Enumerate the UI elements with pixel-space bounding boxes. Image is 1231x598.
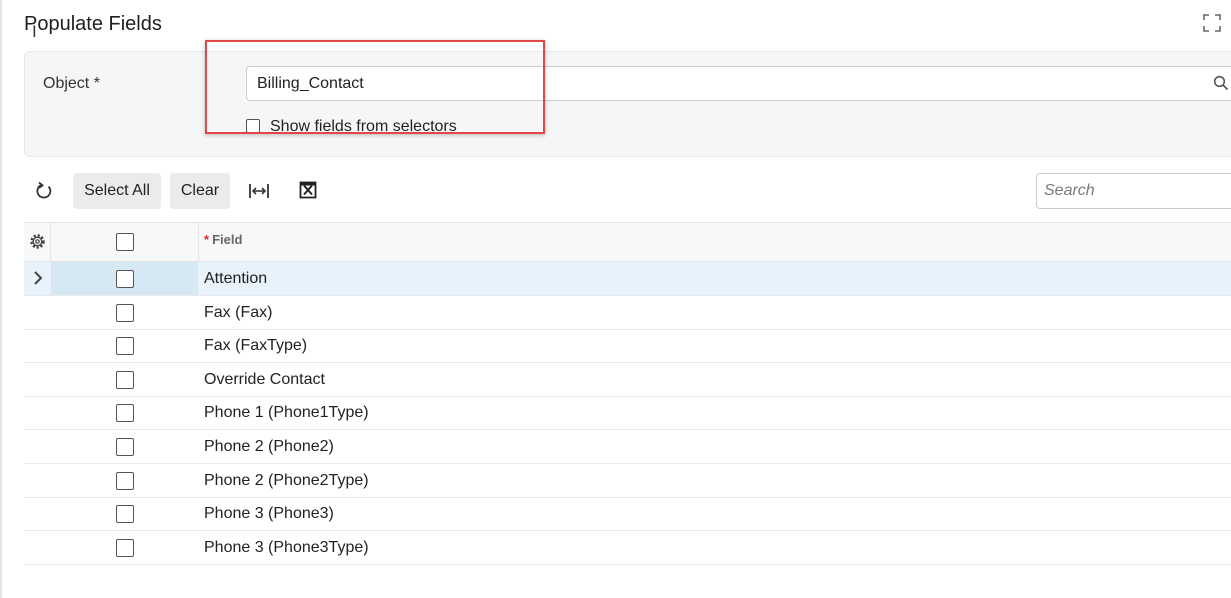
table-row[interactable]: Attention xyxy=(24,262,1231,296)
table-row[interactable]: Override Contact xyxy=(24,363,1231,397)
row-checkbox[interactable] xyxy=(116,538,134,557)
excel-icon[interactable] xyxy=(299,181,317,199)
gear-icon[interactable] xyxy=(29,233,46,250)
field-cell: Fax (FaxType) xyxy=(204,337,308,355)
clear-button[interactable]: Clear xyxy=(170,173,230,209)
table-row[interactable]: Phone 3 (Phone3Type) xyxy=(24,531,1231,565)
field-cell: Phone 2 (Phone2Type) xyxy=(204,471,369,489)
row-checkbox[interactable] xyxy=(116,337,134,356)
table-row[interactable]: Phone 1 (Phone1Type) xyxy=(24,396,1231,431)
field-cell: Fax (Fax) xyxy=(204,303,273,321)
grid-search-input[interactable] xyxy=(1044,180,1224,202)
field-cell: Phone 2 (Phone2) xyxy=(204,438,334,455)
row-checkbox[interactable] xyxy=(116,404,134,423)
table-row[interactable]: Fax (Fax) xyxy=(24,296,1231,330)
text-cursor-icon: I xyxy=(32,22,37,41)
column-divider[interactable] xyxy=(198,222,199,262)
field-cell: Phone 3 (Phone3Type) xyxy=(204,538,369,556)
row-checkbox[interactable] xyxy=(116,471,134,490)
dialog-title: Populate Fields xyxy=(24,13,162,35)
field-column-header[interactable]: * Field xyxy=(204,232,242,247)
row-checkbox[interactable] xyxy=(116,505,134,524)
field-cell: Attention xyxy=(204,270,268,287)
field-cell: Phone 3 (Phone3) xyxy=(204,505,334,523)
refresh-icon[interactable] xyxy=(34,181,54,201)
row-checkbox[interactable] xyxy=(116,303,134,322)
select-all-button[interactable]: Select All xyxy=(73,173,161,209)
table-row[interactable]: Phone 2 (Phone2) xyxy=(24,430,1231,464)
annotation-highlight xyxy=(205,40,545,134)
row-checkbox[interactable] xyxy=(116,438,134,456)
table-row[interactable]: Phone 3 (Phone3) xyxy=(24,497,1231,532)
fit-columns-icon[interactable] xyxy=(248,181,270,201)
row-checkbox[interactable] xyxy=(116,370,134,389)
chevron-right-icon xyxy=(34,271,43,285)
search-icon[interactable] xyxy=(1213,75,1229,91)
window-edge xyxy=(0,0,2,598)
select-all-rows-checkbox[interactable] xyxy=(116,233,134,251)
field-cell: Phone 1 (Phone1Type) xyxy=(204,404,369,422)
field-cell: Override Contact xyxy=(204,370,325,388)
object-label: Object * xyxy=(43,75,100,92)
column-divider xyxy=(50,222,51,262)
expand-icon[interactable] xyxy=(1202,13,1222,33)
table-row[interactable]: Phone 2 (Phone2Type) xyxy=(24,464,1231,498)
table-row[interactable]: Fax (FaxType) xyxy=(24,329,1231,364)
row-checkbox[interactable] xyxy=(116,270,134,288)
field-column-header-label: Field xyxy=(212,232,243,247)
required-marker: * xyxy=(204,232,210,247)
